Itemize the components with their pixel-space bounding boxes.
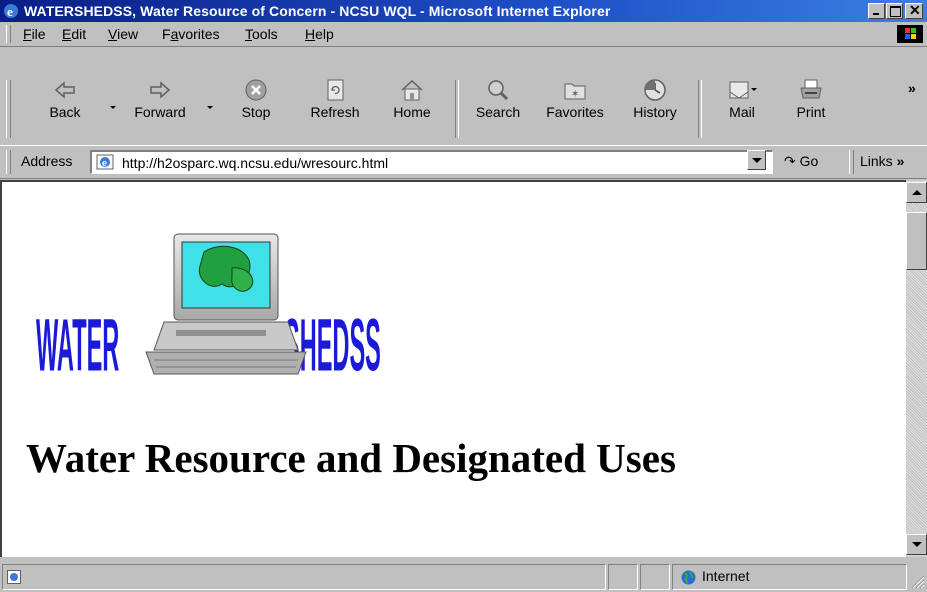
links-label: Links bbox=[860, 153, 893, 169]
status-text-pane bbox=[2, 564, 606, 590]
menu-bar: File Edit View Favorites Tools Help bbox=[0, 22, 927, 47]
window-title: WATERSHEDSS, Water Resource of Concern -… bbox=[24, 3, 611, 19]
menu-help[interactable]: Help bbox=[305, 26, 334, 42]
print-label: Print bbox=[796, 104, 826, 120]
svg-text:✶: ✶ bbox=[571, 89, 579, 100]
home-icon bbox=[401, 79, 423, 101]
toolbar-separator bbox=[698, 80, 702, 138]
page-heading: Water Resource and Designated Uses bbox=[26, 435, 676, 481]
close-icon: ✕ bbox=[909, 2, 921, 18]
address-url: http://h2osparc.wq.ncsu.edu/wresourc.htm… bbox=[122, 155, 389, 171]
chevron-up-icon bbox=[912, 190, 922, 195]
toolbar-separator bbox=[455, 80, 459, 138]
forward-label: Forward bbox=[134, 104, 186, 120]
maximize-button[interactable] bbox=[886, 3, 903, 19]
go-label: Go bbox=[799, 153, 819, 169]
stop-icon bbox=[245, 79, 267, 101]
svg-text:e: e bbox=[7, 4, 13, 19]
menu-edit[interactable]: Edit bbox=[62, 26, 86, 42]
forward-button[interactable]: Forward bbox=[125, 78, 195, 120]
favorites-label: Favorites bbox=[546, 104, 604, 120]
windows-throbber-icon bbox=[897, 25, 923, 43]
links-grip[interactable] bbox=[849, 150, 854, 174]
status-zone-label: Internet bbox=[702, 568, 750, 584]
history-icon bbox=[644, 79, 666, 101]
go-button[interactable]: ↷ Go bbox=[784, 153, 818, 170]
stop-button[interactable]: Stop bbox=[221, 78, 291, 120]
refresh-label: Refresh bbox=[310, 104, 360, 120]
toolbar-grip[interactable] bbox=[6, 80, 11, 138]
home-button[interactable]: Home bbox=[377, 78, 447, 120]
toolbar-more-chevron-icon[interactable]: » bbox=[908, 80, 916, 96]
history-button[interactable]: History bbox=[620, 78, 690, 120]
mail-label: Mail bbox=[729, 104, 755, 120]
printer-icon bbox=[800, 79, 822, 99]
scroll-up-button[interactable] bbox=[906, 182, 927, 203]
menu-file[interactable]: File bbox=[23, 26, 46, 42]
search-label: Search bbox=[475, 104, 521, 120]
ie-logo-icon: e bbox=[4, 4, 18, 19]
vertical-scrollbar[interactable] bbox=[906, 180, 927, 557]
go-arrow-icon: ↷ bbox=[784, 153, 796, 169]
print-button[interactable]: Print bbox=[776, 78, 846, 120]
minimize-icon bbox=[873, 13, 879, 15]
svg-text:e: e bbox=[102, 158, 107, 168]
address-label: Address bbox=[21, 153, 73, 169]
status-lock-pane bbox=[640, 564, 670, 590]
window-title-bar[interactable]: e WATERSHEDSS, Water Resource of Concern… bbox=[0, 0, 927, 22]
forward-dropdown-icon[interactable] bbox=[207, 106, 213, 109]
page-content: WATER SHEDSS Water Resource and Designat… bbox=[0, 180, 906, 557]
stop-label: Stop bbox=[241, 104, 271, 120]
links-chevron-icon: » bbox=[896, 153, 905, 169]
search-icon bbox=[488, 80, 509, 101]
page-ie-icon: e bbox=[96, 154, 114, 170]
back-arrow-icon bbox=[54, 81, 75, 99]
chevron-down-icon bbox=[912, 542, 922, 547]
status-zone-pane: Internet bbox=[672, 564, 907, 590]
back-button[interactable]: Back bbox=[30, 78, 100, 120]
address-input[interactable]: e http://h2osparc.wq.ncsu.edu/wresourc.h… bbox=[90, 150, 773, 174]
scroll-down-button[interactable] bbox=[906, 534, 927, 555]
status-progress-pane bbox=[608, 564, 638, 590]
links-button[interactable]: Links » bbox=[860, 153, 904, 169]
globe-icon bbox=[681, 570, 696, 585]
logo-text-right: SHEDSS bbox=[284, 303, 381, 387]
status-bar: Internet bbox=[0, 560, 927, 592]
logo-text-left: WATER bbox=[36, 303, 119, 387]
address-bar-grip[interactable] bbox=[6, 150, 11, 174]
scrollbar-thumb[interactable] bbox=[906, 212, 927, 270]
address-bar: Address e http://h2osparc.wq.ncsu.edu/wr… bbox=[0, 145, 927, 179]
menu-favorites[interactable]: Favorites bbox=[162, 26, 220, 42]
minimize-button[interactable] bbox=[868, 3, 885, 19]
back-dropdown-icon[interactable] bbox=[110, 106, 116, 109]
mail-icon bbox=[729, 81, 757, 99]
favorites-folder-icon: ✶ bbox=[564, 83, 586, 100]
forward-arrow-icon bbox=[150, 81, 171, 99]
page-ie-icon bbox=[7, 570, 21, 584]
search-button[interactable]: Search bbox=[463, 78, 533, 120]
back-label: Back bbox=[49, 104, 81, 120]
resize-grip-icon[interactable] bbox=[910, 574, 925, 589]
mail-button[interactable]: Mail bbox=[707, 78, 777, 120]
address-dropdown-button[interactable] bbox=[747, 150, 766, 170]
chevron-down-icon bbox=[752, 158, 762, 163]
history-label: History bbox=[633, 104, 677, 120]
refresh-icon bbox=[327, 79, 344, 101]
favorites-button[interactable]: ✶ Favorites bbox=[540, 78, 610, 120]
watershedss-logo: WATER SHEDSS bbox=[36, 233, 381, 387]
menu-view[interactable]: View bbox=[108, 26, 138, 42]
refresh-button[interactable]: Refresh bbox=[300, 78, 370, 120]
close-button[interactable]: ✕ bbox=[905, 2, 923, 19]
home-label: Home bbox=[393, 104, 431, 120]
maximize-icon bbox=[890, 6, 901, 17]
menu-tools[interactable]: Tools bbox=[245, 26, 278, 42]
menu-bar-grip[interactable] bbox=[6, 25, 11, 43]
